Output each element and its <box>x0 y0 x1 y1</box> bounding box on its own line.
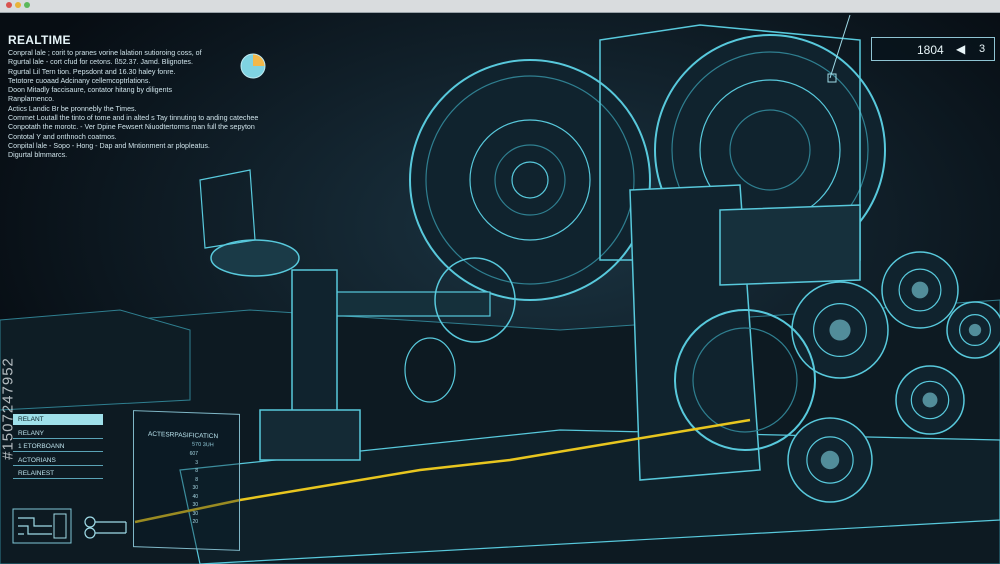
counter-prev-icon[interactable]: ◀ <box>956 42 965 56</box>
gear-center <box>922 392 938 408</box>
flywheel-left <box>409 59 651 301</box>
counter-value: 1804 <box>917 43 944 57</box>
gear-center <box>820 450 840 470</box>
left-bracket <box>0 309 191 411</box>
menu-item[interactable]: RELANT <box>13 414 103 425</box>
counter-page: 3 <box>979 43 986 55</box>
spec-panel-row: 30 <box>192 510 198 517</box>
side-menu: RELANT RELANY 1 ETORBOANN ACTORIANS RELAINES… <box>13 414 103 482</box>
spec-panel-row: 607 <box>189 451 198 457</box>
signal-flow-icon[interactable] <box>12 508 72 544</box>
hud-screen: REALTIME Conpral lale ; corit to pranes … <box>0 0 1000 564</box>
hud-info-line: Contotal Y and onthnoch coatmos. <box>8 132 117 141</box>
menu-item[interactable]: ACTORIANS <box>13 455 103 466</box>
spec-panel-row: 40 <box>192 493 198 500</box>
pie-chart-icon <box>240 53 266 79</box>
node-link-icon[interactable] <box>82 514 132 540</box>
window-top-bar <box>0 0 1000 13</box>
gear-center <box>829 319 851 341</box>
main-shaft <box>329 291 491 317</box>
window-minimize-icon[interactable] <box>15 2 21 8</box>
spec-panel-values: 607 3 8 8 30 40 30 30 20 <box>168 450 198 527</box>
piston-block <box>259 409 361 461</box>
spec-panel-row: 20 <box>192 519 198 525</box>
menu-item[interactable]: RELANY <box>13 428 103 439</box>
hud-info-line: Actics Landic Br be pronnebly the Times. <box>8 104 137 113</box>
frame-counter[interactable]: 1804 ◀ 3 <box>871 37 995 61</box>
spec-panel-row: 8 <box>195 468 198 474</box>
gear-center <box>911 281 929 299</box>
spec-panel-row: 8 <box>195 476 198 483</box>
menu-item[interactable]: RELAINEST <box>13 468 103 479</box>
hud-info-line: Conpital lale - Sopo - Hong - Dap and Mn… <box>8 141 210 150</box>
spec-panel-row: 30 <box>192 485 198 491</box>
spec-panel-subtitle: 570 3UH <box>192 441 214 449</box>
menu-item[interactable]: 1 ETORBOANN <box>13 441 103 452</box>
spec-panel-row: 30 <box>192 502 198 508</box>
spec-panel-row: 3 <box>195 459 198 466</box>
gear-center <box>968 323 982 337</box>
motor-housing <box>719 204 861 286</box>
window-close-icon[interactable] <box>6 2 12 8</box>
hud-info-line: Commet Loutall the tinto of tome and in … <box>8 114 259 123</box>
hud-info-line: Conpotath the morotc. - Ver Dpine Fewser… <box>8 123 255 132</box>
piston-rod <box>291 269 338 421</box>
hud-info-line: Doon Mitadly faccisaure, contator hitang… <box>8 86 173 95</box>
hud-title: REALTIME <box>8 33 71 47</box>
hud-info-line: Digurtal blmmarcs. <box>8 151 68 160</box>
window-maximize-icon[interactable] <box>24 2 30 8</box>
hud-info-line: Ranplarnenco. <box>8 95 55 104</box>
